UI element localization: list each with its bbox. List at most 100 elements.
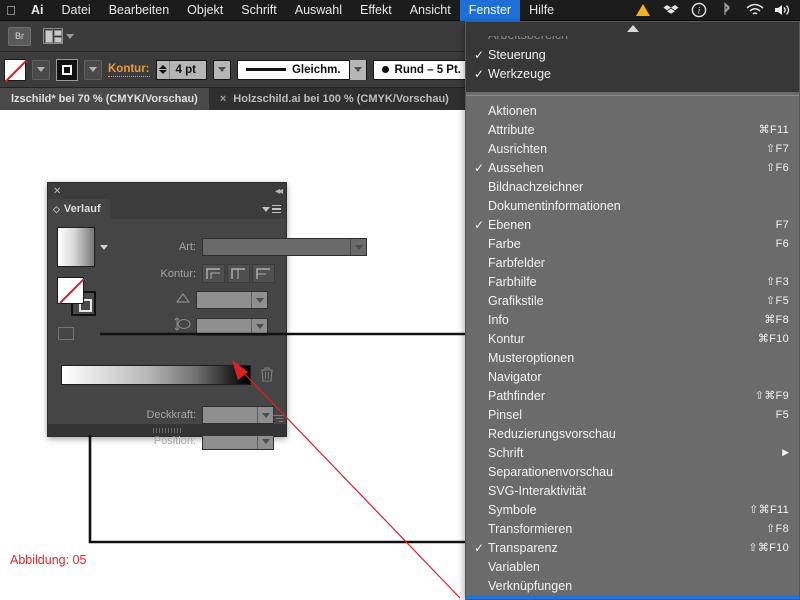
- close-icon[interactable]: ×: [220, 93, 226, 105]
- stroke-gradient-along-icon[interactable]: [227, 264, 250, 283]
- menu-item-bildnachzeichner[interactable]: Bildnachzeichner: [466, 177, 799, 196]
- menu-bearbeiten[interactable]: Bearbeiten: [100, 0, 178, 21]
- menu-item-aktionen[interactable]: Aktionen: [466, 101, 799, 120]
- stroke-weight-stepper[interactable]: 4 pt: [155, 59, 207, 80]
- doc-tab-1[interactable]: × Holzschild.ai bei 100 % (CMYK/Vorschau…: [209, 88, 460, 110]
- menu-ai[interactable]: Ai: [22, 0, 53, 21]
- dropbox-icon[interactable]: [658, 0, 684, 21]
- tab-verlauf[interactable]: ◇ Verlauf: [48, 199, 110, 219]
- menu-item-farbfelder[interactable]: Farbfelder: [466, 253, 799, 272]
- panel-footer-grip[interactable]: [48, 424, 286, 436]
- stroke-dropdown-button[interactable]: [84, 59, 102, 80]
- menu-schrift[interactable]: Schrift: [232, 0, 285, 21]
- trash-icon[interactable]: [260, 366, 274, 387]
- menu-item-label: SVG-Interaktivität: [488, 483, 586, 498]
- menu-item-verknuepfungen[interactable]: Verknüpfungen: [466, 576, 799, 595]
- stroke-profile-value: Gleichm.: [291, 63, 341, 76]
- menu-item-schrift[interactable]: Schrift ▶: [466, 443, 799, 462]
- menu-item-ebenen[interactable]: ✓ Ebenen F7: [466, 215, 799, 234]
- menu-ansicht[interactable]: Ansicht: [401, 0, 460, 21]
- menu-item-label: Navigator: [488, 369, 542, 384]
- fill-swatch-none[interactable]: [4, 58, 26, 81]
- brush-value: Rund – 5 Pt.: [394, 63, 461, 76]
- menu-item-separationenvorschau[interactable]: Separationenvorschau: [466, 462, 799, 481]
- gradient-slider[interactable]: [61, 365, 251, 385]
- row-angle: [175, 291, 268, 309]
- angle-dropdown[interactable]: [196, 291, 268, 309]
- gradient-panel[interactable]: ✕ ◂◂ ◇ Verlauf Art: Kontur: Deckkraft: P…: [47, 182, 367, 450]
- chevron-down-icon[interactable]: [100, 245, 108, 250]
- menu-item-pinsel[interactable]: Pinsel F5: [466, 405, 799, 424]
- figure-caption: Abbildung: 05: [10, 553, 87, 567]
- arrange-documents-button[interactable]: [43, 28, 74, 44]
- system-menubar:  Ai Datei Bearbeiten Objekt Schrift Aus…: [0, 0, 800, 21]
- volume-icon[interactable]: [770, 0, 796, 21]
- art-dropdown[interactable]: [202, 238, 367, 256]
- menu-item-werkzeuge[interactable]: ✓ Werkzeuge: [466, 64, 799, 83]
- kontur-label: Kontur:: [160, 267, 196, 280]
- stroke-profile-dropdown[interactable]: Gleichm.: [236, 59, 367, 80]
- menu-item-aussehen[interactable]: ✓ Aussehen ⇧F6: [466, 158, 799, 177]
- apple-logo-icon[interactable]: : [0, 3, 22, 18]
- bridge-button[interactable]: Br: [8, 26, 31, 46]
- warning-triangle-icon[interactable]: [630, 0, 656, 21]
- menu-item-navigator[interactable]: Navigator: [466, 367, 799, 386]
- menu-effekt[interactable]: Effekt: [351, 0, 401, 21]
- menu-item-svg-interaktivitaet[interactable]: SVG-Interaktivität: [466, 481, 799, 500]
- menu-item-grafikstile[interactable]: Grafikstile ⇧F5: [466, 291, 799, 310]
- close-icon[interactable]: ✕: [53, 186, 61, 197]
- menu-item-shortcut: ⇧⌘F9: [754, 390, 789, 402]
- collapse-panel-icon[interactable]: ◂◂: [275, 186, 283, 197]
- aspect-ratio-icon: [174, 317, 192, 336]
- scroll-up-arrow-icon: [626, 25, 639, 32]
- fill-swatch-none[interactable]: [57, 277, 84, 304]
- menu-item-musteroptionen[interactable]: Musteroptionen: [466, 348, 799, 367]
- menu-item-label: Ebenen: [488, 217, 532, 232]
- menu-item-farbe[interactable]: Farbe F6: [466, 234, 799, 253]
- menu-item-farbhilfe[interactable]: Farbhilfe ⇧F3: [466, 272, 799, 291]
- menu-item-variablen[interactable]: Variablen: [466, 557, 799, 576]
- menu-datei[interactable]: Datei: [53, 0, 100, 21]
- menu-hilfe[interactable]: Hilfe: [520, 0, 563, 21]
- stroke-weight-dropdown[interactable]: [212, 59, 231, 80]
- menu-item-info[interactable]: Info ⌘F8: [466, 310, 799, 329]
- menu-item-verlauf[interactable]: ✓ Verlauf ⌘F9: [466, 595, 799, 599]
- panel-grip-icon: ◇: [53, 203, 60, 214]
- menu-item-reduzierungsvorschau[interactable]: Reduzierungsvorschau: [466, 424, 799, 443]
- kontur-buttons[interactable]: [202, 264, 275, 283]
- fill-dropdown-button[interactable]: [32, 59, 50, 80]
- gradient-angle-icon: [175, 291, 191, 309]
- menu-item-label: Attribute: [488, 122, 535, 137]
- menu-objekt[interactable]: Objekt: [178, 0, 232, 21]
- menu-fenster[interactable]: Fenster: [459, 0, 521, 21]
- menu-scroll-up[interactable]: [466, 22, 799, 36]
- gradient-thumbnail[interactable]: [57, 227, 95, 267]
- wifi-icon[interactable]: [742, 0, 768, 21]
- menu-item-dokumentinformationen[interactable]: Dokumentinformationen: [466, 196, 799, 215]
- aspect-dropdown[interactable]: [196, 317, 268, 336]
- menu-item-steuerung[interactable]: ✓ Steuerung: [466, 45, 799, 64]
- gradient-type-icons[interactable]: [58, 327, 74, 340]
- menu-auswahl[interactable]: Auswahl: [286, 0, 351, 21]
- fill-stroke-swatches[interactable]: [57, 277, 99, 317]
- deckkraft-dropdown[interactable]: [202, 406, 274, 424]
- fenster-dropdown-menu[interactable]: Arbeitsbereich ✓ Steuerung ✓ Werkzeuge A…: [465, 21, 800, 600]
- menu-item-label: Variablen: [488, 559, 540, 574]
- panel-menu-icon[interactable]: [262, 199, 286, 219]
- doc-tab-0[interactable]: lzschild* bei 70 % (CMYK/Vorschau): [0, 88, 209, 110]
- menu-item-transformieren[interactable]: Transformieren ⇧F8: [466, 519, 799, 538]
- menu-item-transparenz[interactable]: ✓ Transparenz ⇧⌘F10: [466, 538, 799, 557]
- menu-item-ausrichten[interactable]: Ausrichten ⇧F7: [466, 139, 799, 158]
- bluetooth-icon[interactable]: [714, 0, 740, 21]
- menu-item-symbole[interactable]: Symbole ⇧⌘F11: [466, 500, 799, 519]
- stroke-gradient-within-icon[interactable]: [202, 264, 225, 283]
- stroke-label[interactable]: Kontur:: [108, 63, 150, 77]
- menu-item-pathfinder[interactable]: Pathfinder ⇧⌘F9: [466, 386, 799, 405]
- menu-item-clipped-top[interactable]: Arbeitsbereich: [466, 36, 799, 45]
- menu-item-kontur[interactable]: Kontur ⌘F10: [466, 329, 799, 348]
- stroke-gradient-across-icon[interactable]: [252, 264, 275, 283]
- info-circle-icon[interactable]: i: [686, 0, 712, 21]
- menu-item-attribute[interactable]: Attribute ⌘F11: [466, 120, 799, 139]
- stroke-swatch[interactable]: [56, 58, 78, 81]
- reverse-gradient-icon[interactable]: [58, 327, 74, 340]
